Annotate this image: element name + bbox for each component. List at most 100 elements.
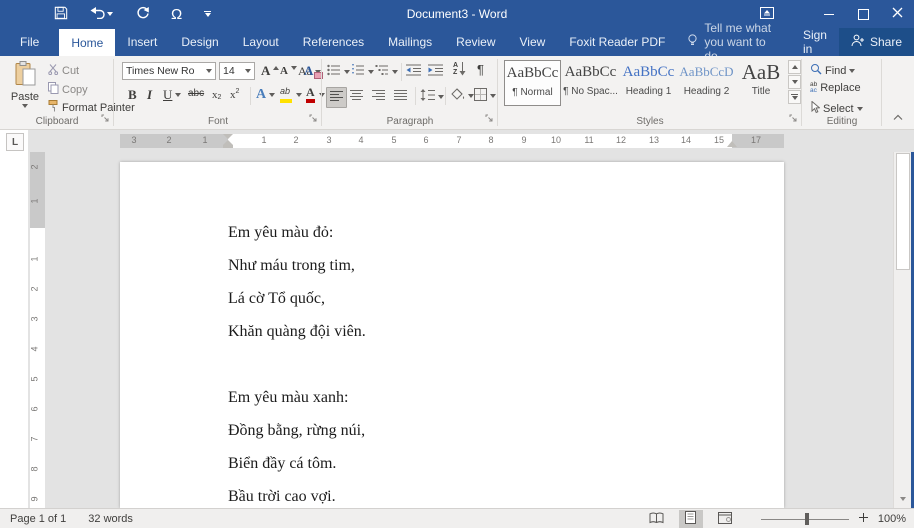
style-heading-1[interactable]: AaBbCc Heading 1 — [620, 60, 677, 106]
tab-foxit-reader-pdf[interactable]: Foxit Reader PDF — [557, 28, 677, 56]
poem-stanza-1[interactable]: Em yêu màu đỏ: Như máu trong tim, Lá cờ … — [228, 216, 366, 348]
subscript-button[interactable]: x 2 — [212, 88, 221, 101]
poem-line[interactable]: Bầu trời cao vợi. — [228, 480, 366, 508]
close-button[interactable] — [880, 0, 914, 28]
word-window: Ω Document3 - Word File Home Insert Desi… — [0, 0, 914, 528]
copy-button[interactable]: Copy — [48, 82, 88, 97]
zoom-slider[interactable] — [761, 513, 849, 525]
tab-stop-selector[interactable]: L — [6, 133, 24, 151]
styles-gallery-more-button[interactable] — [788, 90, 801, 104]
paragraph-dialog-launcher[interactable] — [485, 114, 494, 126]
font-size-select[interactable]: 14 — [219, 62, 255, 80]
multilevel-list-icon — [375, 64, 389, 79]
show-paragraph-marks-button[interactable]: ¶ — [477, 62, 484, 77]
document-page[interactable]: Em yêu màu đỏ: Như máu trong tim, Lá cờ … — [120, 162, 784, 508]
word-count-status[interactable]: 32 words — [88, 513, 133, 525]
tab-view[interactable]: View — [508, 28, 558, 56]
tab-references[interactable]: References — [291, 28, 376, 56]
font-family-select[interactable]: Times New Ro — [122, 62, 216, 80]
tab-file[interactable]: File — [0, 28, 59, 56]
numbering-button[interactable] — [351, 64, 374, 79]
tab-home[interactable]: Home — [59, 29, 115, 56]
line-spacing-button[interactable] — [420, 89, 444, 104]
style-normal[interactable]: AaBbCc ¶ Normal — [504, 60, 561, 106]
style-title[interactable]: AaB Title — [736, 60, 786, 106]
scrollbar-thumb[interactable] — [896, 153, 910, 270]
save-button[interactable] — [54, 6, 68, 23]
align-left-button[interactable] — [326, 87, 347, 108]
first-line-indent-marker[interactable] — [223, 134, 233, 139]
collapse-ribbon-chevron-icon — [893, 114, 903, 121]
undo-dropdown-icon[interactable] — [107, 12, 113, 16]
grow-font-button[interactable]: A — [261, 63, 279, 79]
styles-scroll-up-button[interactable] — [788, 60, 801, 74]
shading-button[interactable] — [450, 88, 474, 104]
tab-design[interactable]: Design — [169, 28, 230, 56]
left-indent-marker[interactable] — [223, 145, 233, 148]
underline-button[interactable]: U — [163, 87, 181, 103]
strikethrough-button[interactable]: abc — [188, 88, 204, 99]
superscript-button[interactable]: x 2 — [230, 88, 239, 101]
print-layout-button[interactable] — [679, 510, 703, 528]
text-highlight-button[interactable]: ab — [279, 86, 302, 103]
italic-button[interactable]: I — [147, 87, 152, 103]
tab-insert[interactable]: Insert — [115, 28, 169, 56]
poem-line[interactable]: Em yêu màu xanh: — [228, 381, 366, 414]
document-text[interactable]: Em yêu màu đỏ: Như máu trong tim, Lá cờ … — [228, 216, 366, 508]
cut-button[interactable]: Cut — [48, 64, 79, 78]
bullets-button[interactable] — [327, 64, 350, 79]
page-count-status[interactable]: Page 1 of 1 — [10, 513, 66, 525]
undo-button[interactable] — [90, 6, 113, 22]
styles-dialog-launcher[interactable] — [789, 114, 798, 126]
right-indent-marker[interactable] — [727, 141, 737, 147]
vertical-scrollbar[interactable] — [893, 152, 911, 508]
poem-line[interactable]: Lá cờ Tổ quốc, — [228, 282, 366, 315]
poem-line[interactable]: Như máu trong tim, — [228, 249, 366, 282]
increase-indent-button[interactable] — [428, 64, 443, 79]
web-layout-button[interactable] — [713, 510, 737, 528]
multilevel-list-button[interactable] — [375, 64, 398, 79]
poem-line[interactable]: Khăn quàng đội viên. — [228, 315, 366, 348]
tab-mailings[interactable]: Mailings — [376, 28, 444, 56]
justify-button[interactable] — [394, 89, 407, 104]
paste-button[interactable]: Paste — [6, 61, 44, 108]
scroll-down-button[interactable] — [894, 491, 911, 507]
poem-stanza-2[interactable]: Em yêu màu xanh: Đồng bằng, rừng núi, Bi… — [228, 381, 366, 508]
maximize-button[interactable] — [846, 0, 880, 28]
font-dialog-launcher[interactable] — [309, 114, 318, 126]
status-bar: Page 1 of 1 32 words 100% — [0, 508, 914, 528]
decrease-indent-button[interactable] — [406, 64, 421, 79]
zoom-in-button[interactable] — [859, 513, 868, 525]
select-button[interactable]: Select — [810, 101, 863, 117]
minimize-button[interactable] — [812, 0, 846, 28]
poem-line[interactable]: Biển đầy cá tôm. — [228, 447, 366, 480]
symbol-button[interactable]: Ω — [171, 7, 182, 22]
align-center-button[interactable] — [350, 89, 363, 104]
zoom-slider-handle[interactable] — [805, 513, 809, 525]
collapse-ribbon-button[interactable] — [893, 112, 903, 124]
poem-line[interactable]: Em yêu màu đỏ: — [228, 216, 366, 249]
text-effects-button[interactable]: A — [256, 87, 275, 103]
tab-layout[interactable]: Layout — [231, 28, 291, 56]
redo-button[interactable] — [135, 6, 149, 23]
share-button[interactable]: Share — [839, 28, 914, 56]
align-right-button[interactable] — [372, 89, 385, 104]
style-no-spacing[interactable]: AaBbCc ¶ No Spac... — [562, 60, 619, 106]
style-heading-2[interactable]: AaBbCcD Heading 2 — [678, 60, 735, 106]
tab-review[interactable]: Review — [444, 28, 507, 56]
replace-button[interactable]: abac Replace — [810, 82, 861, 94]
clipboard-dialog-launcher[interactable] — [101, 114, 110, 126]
sort-button[interactable]: AZ — [453, 62, 466, 76]
zoom-level[interactable]: 100% — [878, 513, 906, 525]
zoom-out-button[interactable] — [747, 515, 751, 523]
read-mode-button[interactable] — [645, 510, 669, 528]
bold-button[interactable]: B — [128, 87, 137, 103]
customize-qat-button[interactable] — [204, 11, 211, 17]
styles-scroll-down-button[interactable] — [788, 75, 801, 89]
borders-button[interactable] — [474, 88, 496, 104]
shrink-font-button[interactable]: A — [280, 65, 297, 77]
tell-me-box[interactable]: Tell me what you want to do... — [687, 28, 791, 56]
find-button[interactable]: Find — [810, 63, 855, 78]
sign-in-button[interactable]: Sign in — [791, 28, 839, 56]
poem-line[interactable]: Đồng bằng, rừng núi, — [228, 414, 366, 447]
